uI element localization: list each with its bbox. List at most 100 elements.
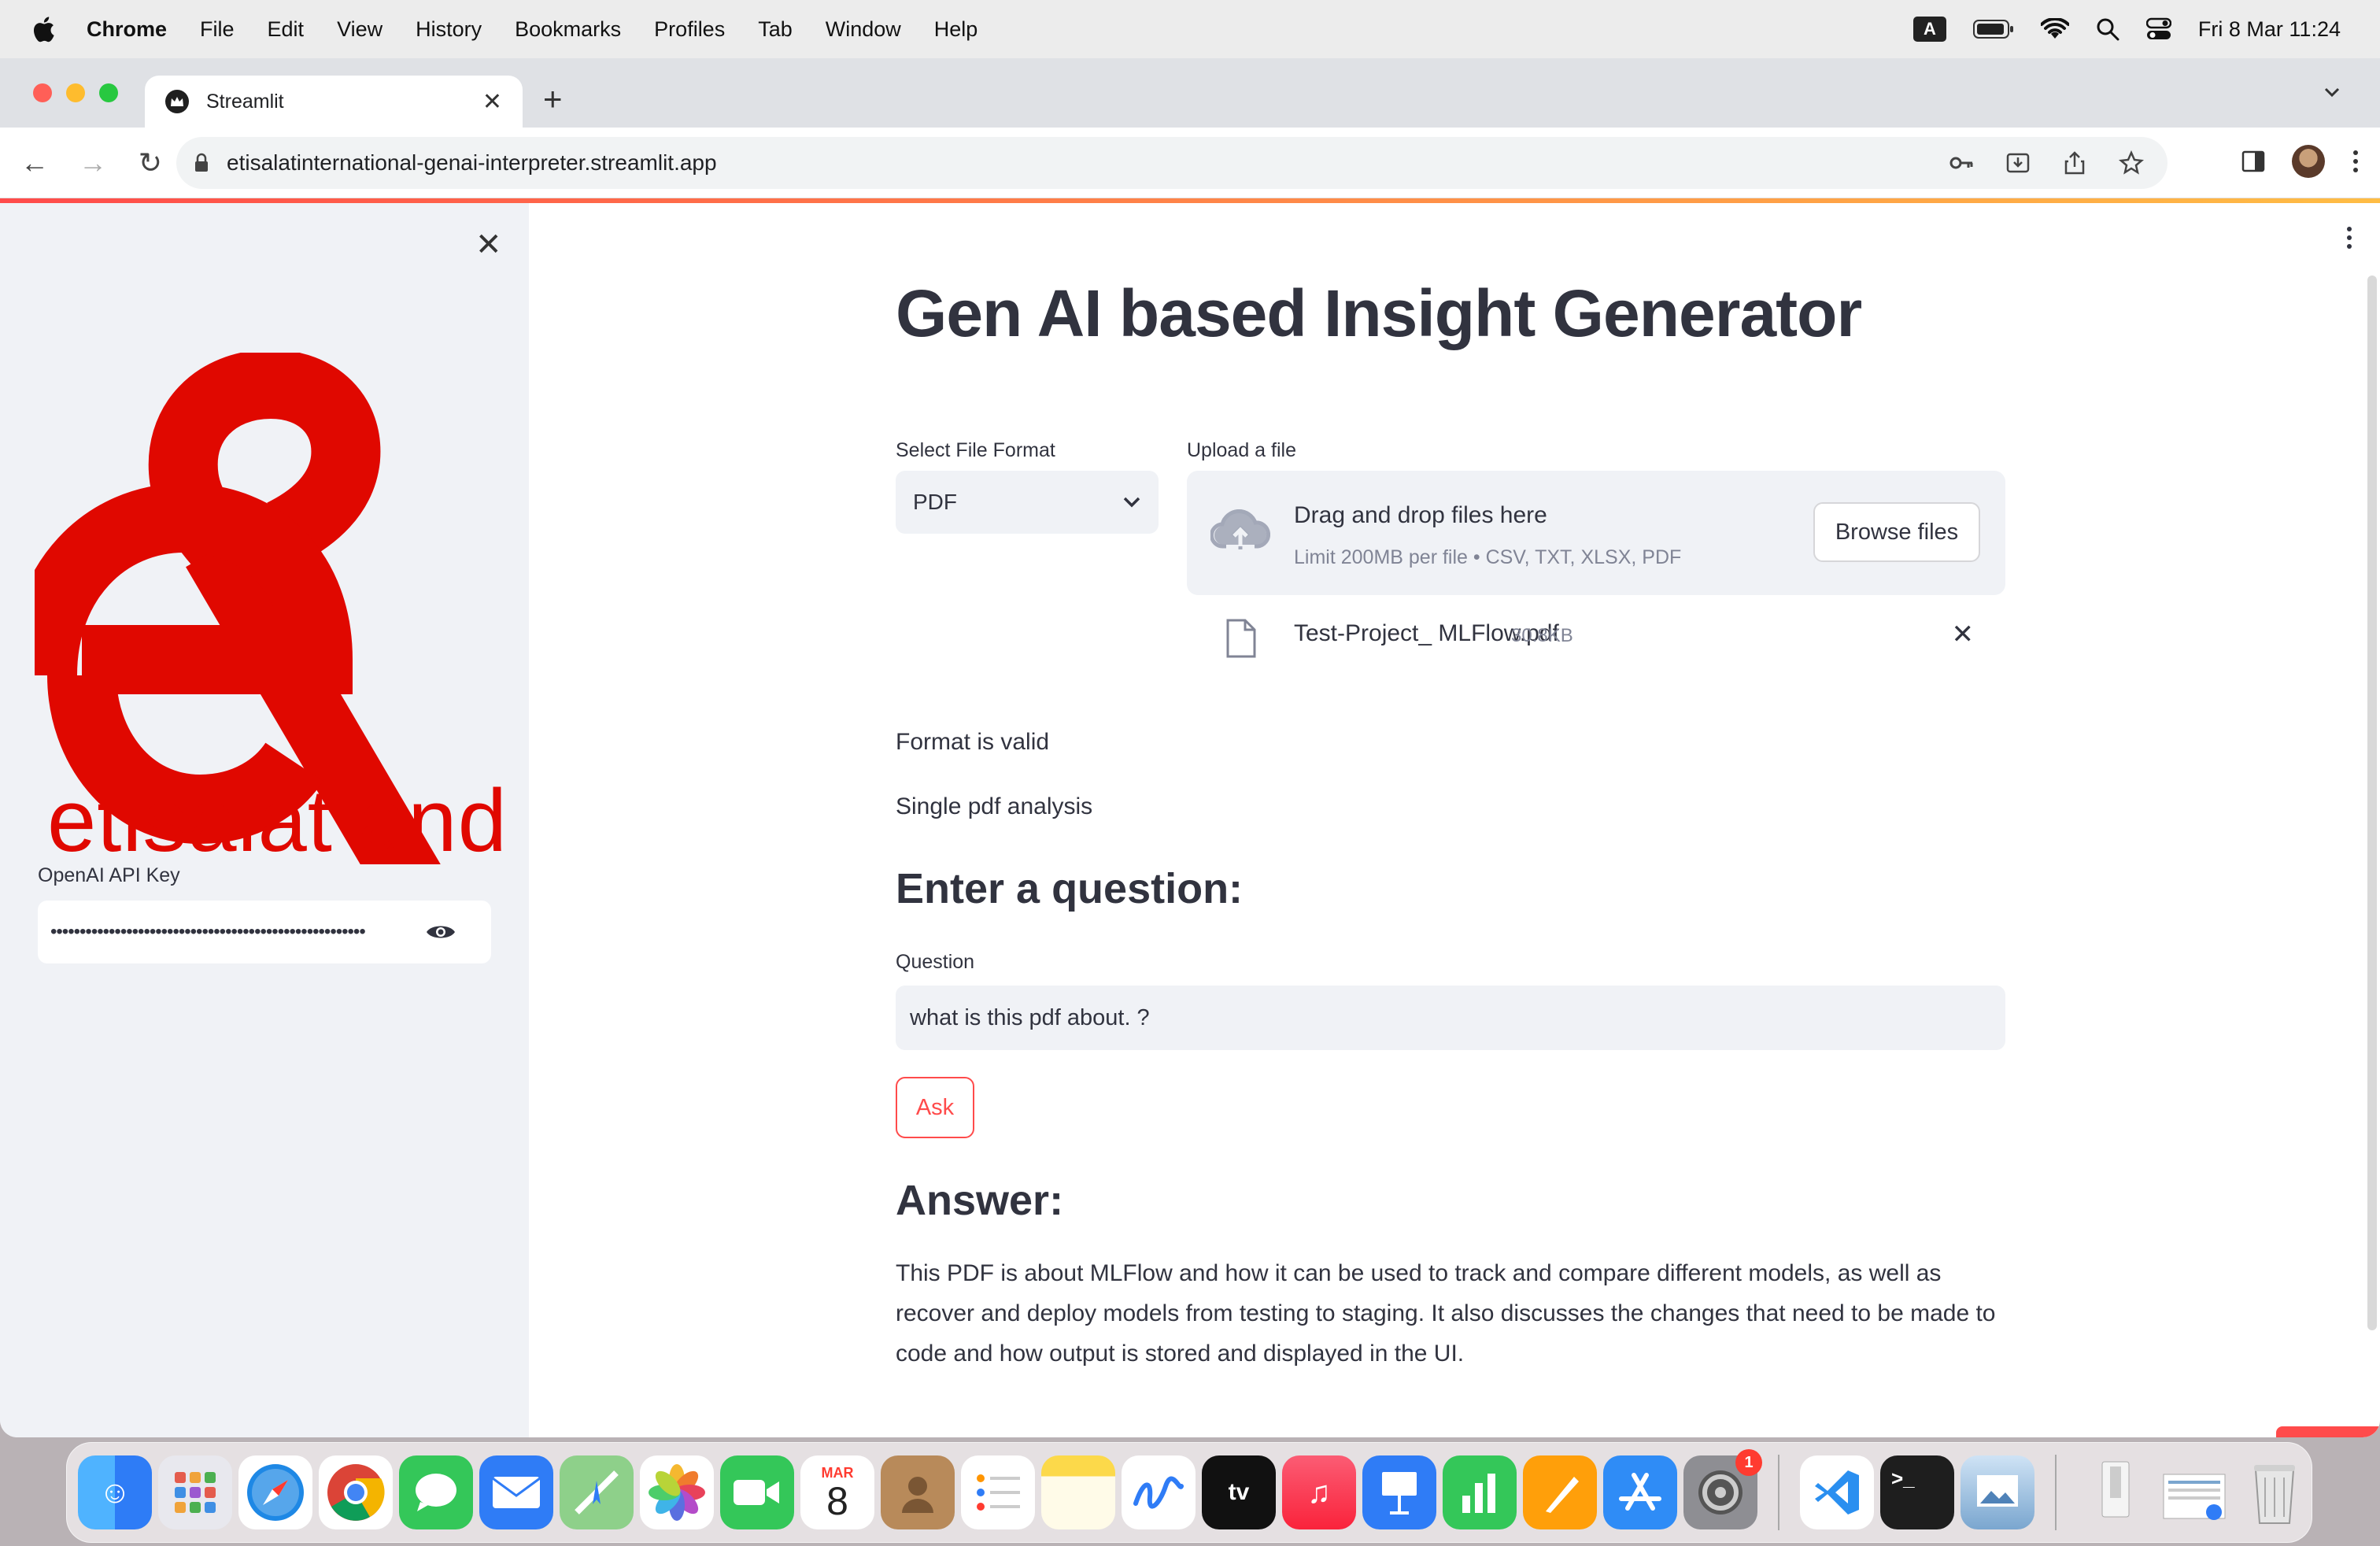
preview-icon[interactable] <box>1961 1455 2034 1529</box>
format-valid-text: Format is valid <box>896 729 1050 755</box>
chevron-down-icon <box>1123 497 1140 508</box>
app-menu-icon[interactable] <box>2345 225 2353 250</box>
streamlit-favicon-icon <box>165 90 189 113</box>
password-key-icon[interactable] <box>1949 150 1974 176</box>
minimize-window-button[interactable] <box>66 83 85 102</box>
battery-icon[interactable] <box>1972 19 2014 39</box>
lock-icon[interactable] <box>194 153 209 173</box>
main-content: Gen AI based Insight Generator Select Fi… <box>529 203 2380 1437</box>
streamlit-manage-app-button[interactable] <box>2276 1426 2380 1437</box>
cloud-upload-icon <box>1210 509 1270 549</box>
wifi-icon[interactable] <box>2040 18 2069 40</box>
new-tab-button[interactable]: + <box>543 80 563 118</box>
address-bar[interactable]: etisalatinternational-genai-interpreter.… <box>176 137 2168 189</box>
api-key-input[interactable]: ••••••••••••••••••••••••••••••••••••••••… <box>38 901 491 963</box>
window-controls <box>33 83 118 102</box>
uploaded-file-row: Test-Project_ MLFlow.pdf 30.8KB ✕ <box>1187 594 2005 672</box>
show-password-eye-icon[interactable] <box>425 921 456 943</box>
streamlit-app: ✕ etisalat and OpenAI API Key ••••••••••… <box>0 203 2380 1437</box>
file-dropzone[interactable]: Drag and drop files here Limit 200MB per… <box>1187 471 2005 595</box>
ask-button[interactable]: Ask <box>896 1077 974 1138</box>
back-button[interactable]: ← <box>20 146 49 179</box>
control-center-icon[interactable] <box>2145 17 2171 41</box>
documents-icon[interactable] <box>2157 1455 2231 1529</box>
terminal-icon[interactable]: >_ <box>1880 1455 1954 1529</box>
file-format-label: Select File Format <box>896 439 1055 461</box>
menu-window[interactable]: Window <box>826 17 901 42</box>
maps-icon[interactable] <box>560 1455 634 1529</box>
macos-dock: ☺ MAR 8 tv ♫ 1 >_ <box>66 1442 2312 1543</box>
vscode-icon[interactable] <box>1800 1455 1874 1529</box>
menu-help[interactable]: Help <box>934 17 978 42</box>
menu-history[interactable]: History <box>416 17 482 42</box>
uploaded-file-size: 30.8KB <box>1511 625 1573 646</box>
question-heading: Enter a question: <box>896 865 1244 912</box>
keynote-icon[interactable] <box>1362 1455 1436 1529</box>
sidebar: ✕ etisalat and OpenAI API Key ••••••••••… <box>0 203 529 1437</box>
file-format-select[interactable]: PDF <box>896 471 1159 534</box>
facetime-icon[interactable] <box>720 1455 794 1529</box>
trash-icon[interactable] <box>2238 1455 2312 1529</box>
safari-icon[interactable] <box>238 1455 312 1529</box>
menu-view[interactable]: View <box>337 17 382 42</box>
menu-edit[interactable]: Edit <box>268 17 305 42</box>
forward-button[interactable]: → <box>79 146 107 179</box>
menu-file[interactable]: File <box>200 17 235 42</box>
share-icon[interactable] <box>2062 150 2087 176</box>
chrome-icon[interactable] <box>319 1455 393 1529</box>
reload-button[interactable]: ↻ <box>137 146 164 179</box>
input-source-icon[interactable]: A <box>1913 17 1946 42</box>
photos-icon[interactable] <box>640 1455 714 1529</box>
numbers-icon[interactable] <box>1443 1455 1517 1529</box>
logo-wordmark: etisalat and <box>47 771 508 870</box>
question-input[interactable]: what is this pdf about. ? <box>896 986 2005 1050</box>
menu-tab[interactable]: Tab <box>758 17 793 42</box>
remove-file-icon[interactable]: ✕ <box>1952 619 1975 650</box>
spotlight-search-icon[interactable] <box>2096 17 2119 41</box>
app-store-icon[interactable] <box>1603 1455 1677 1529</box>
freeform-icon[interactable] <box>1122 1455 1196 1529</box>
close-sidebar-icon[interactable]: ✕ <box>475 227 502 263</box>
chrome-menu-icon[interactable] <box>2352 149 2360 174</box>
apple-menu-icon[interactable] <box>0 15 87 43</box>
contacts-icon[interactable] <box>881 1455 955 1529</box>
install-app-icon[interactable] <box>2005 150 2031 176</box>
calendar-icon[interactable]: MAR 8 <box>800 1455 874 1529</box>
tab-search-chevron-icon[interactable] <box>2322 82 2342 102</box>
zoom-window-button[interactable] <box>99 83 118 102</box>
reminders-icon[interactable] <box>961 1455 1035 1529</box>
apple-tv-icon[interactable]: tv <box>1202 1455 1276 1529</box>
menubar-clock[interactable]: Fri 8 Mar 11:24 <box>2198 17 2341 42</box>
side-panel-icon[interactable] <box>2241 150 2265 173</box>
close-window-button[interactable] <box>33 83 52 102</box>
dropzone-limit: Limit 200MB per file • CSV, TXT, XLSX, P… <box>1294 546 1682 568</box>
question-label: Question <box>896 951 975 973</box>
scrollbar[interactable] <box>2367 276 2377 1330</box>
browser-tab-streamlit[interactable]: Streamlit ✕ <box>145 76 523 128</box>
pages-icon[interactable] <box>1523 1455 1597 1529</box>
menu-bookmarks[interactable]: Bookmarks <box>515 17 621 42</box>
mail-icon[interactable] <box>479 1455 553 1529</box>
messages-icon[interactable] <box>399 1455 473 1529</box>
system-settings-icon[interactable]: 1 <box>1683 1449 1762 1529</box>
downloads-icon[interactable] <box>2077 1455 2151 1529</box>
dock-separator-2 <box>2055 1455 2057 1530</box>
notes-icon[interactable] <box>1041 1455 1115 1529</box>
file-format-value: PDF <box>913 490 957 514</box>
url-text[interactable]: etisalatinternational-genai-interpreter.… <box>227 150 1949 176</box>
launchpad-icon[interactable] <box>158 1455 232 1529</box>
bookmark-star-icon[interactable] <box>2119 150 2144 176</box>
dock-separator <box>1778 1455 1779 1530</box>
answer-heading: Answer: <box>896 1177 1064 1224</box>
menu-app-chrome[interactable]: Chrome <box>87 17 167 42</box>
browse-files-button[interactable]: Browse files <box>1813 502 1980 562</box>
menu-profiles[interactable]: Profiles <box>654 17 725 42</box>
page-title: Gen AI based Insight Generator <box>896 276 1862 350</box>
finder-icon[interactable]: ☺ <box>78 1455 152 1529</box>
api-key-masked-value[interactable]: ••••••••••••••••••••••••••••••••••••••••… <box>50 921 438 943</box>
close-tab-icon[interactable]: ✕ <box>482 88 502 116</box>
music-icon[interactable]: ♫ <box>1282 1455 1356 1529</box>
answer-text: This PDF is about MLFlow and how it can … <box>896 1260 1996 1367</box>
profile-avatar[interactable] <box>2292 145 2325 178</box>
browser-window: Streamlit ✕ + ← → ↻ etisalatinternationa… <box>0 58 2380 1437</box>
